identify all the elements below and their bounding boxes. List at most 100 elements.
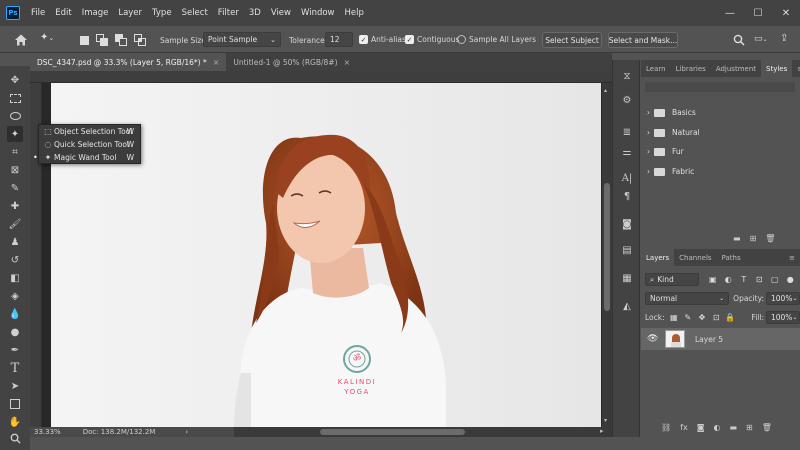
- close-icon[interactable]: ×: [344, 58, 351, 67]
- scroll-down-icon[interactable]: ▾: [604, 417, 610, 424]
- tab-styles[interactable]: Styles: [761, 60, 793, 77]
- character-icon[interactable]: A|: [619, 170, 635, 186]
- new-style-icon[interactable]: ⊞: [750, 234, 757, 243]
- frame-tool-icon[interactable]: ⊠: [7, 162, 23, 178]
- lock-image-icon[interactable]: ✎: [683, 312, 693, 324]
- trash-icon[interactable]: 🗑: [762, 423, 772, 432]
- style-group-fur[interactable]: › Fur: [647, 143, 793, 160]
- menu-edit[interactable]: Edit: [50, 0, 76, 26]
- panel-menu-icon[interactable]: ≡: [784, 249, 800, 266]
- eyedropper-tool-icon[interactable]: ✎: [7, 180, 23, 196]
- sample-all-layers-checkbox[interactable]: Sample All Layers: [457, 35, 536, 44]
- horizontal-scroll-thumb[interactable]: [320, 429, 465, 435]
- filter-adjustment-icon[interactable]: ◐: [723, 274, 734, 286]
- layer-filter-kind-dropdown[interactable]: ⌕ Kind: [645, 273, 700, 286]
- link-layers-icon[interactable]: ⛓: [661, 423, 671, 432]
- clone-stamp-tool-icon[interactable]: ♟: [7, 234, 23, 250]
- scroll-up-icon[interactable]: ▴: [604, 87, 610, 94]
- menu-file[interactable]: File: [26, 0, 50, 26]
- marquee-tool-icon[interactable]: [7, 90, 23, 106]
- layer-name[interactable]: Layer 5: [695, 335, 723, 344]
- new-layer-icon[interactable]: ⊞: [746, 423, 753, 432]
- menu-3d[interactable]: 3D: [244, 0, 266, 26]
- rectangle-tool-icon[interactable]: [7, 396, 23, 412]
- blend-mode-dropdown[interactable]: Normal ⌄: [645, 292, 730, 305]
- magic-wand-tool-icon[interactable]: ✦: [7, 126, 23, 142]
- vertical-scrollbar[interactable]: ▴ ▾: [602, 83, 612, 427]
- history-brush-tool-icon[interactable]: ↺: [7, 252, 23, 268]
- hand-tool-icon[interactable]: ✋: [7, 414, 23, 430]
- menu-window[interactable]: Window: [296, 0, 340, 26]
- add-mask-icon[interactable]: ◙: [697, 423, 705, 432]
- brush-tool-icon[interactable]: 🖌: [7, 216, 23, 232]
- filter-type-icon[interactable]: T: [738, 274, 749, 286]
- navigator-icon[interactable]: ◭: [619, 298, 635, 314]
- close-button[interactable]: ✕: [772, 0, 800, 26]
- adjustments-icon[interactable]: ⚌: [619, 144, 635, 160]
- layer-row-layer-5[interactable]: 👁 Layer 5: [641, 328, 800, 350]
- style-group-basics[interactable]: › Basics: [647, 104, 793, 121]
- eye-icon[interactable]: 👁: [647, 334, 659, 344]
- crop-tool-icon[interactable]: ⌗: [7, 144, 23, 160]
- filter-toggle-icon[interactable]: ●: [784, 274, 795, 286]
- tab-libraries[interactable]: Libraries: [671, 60, 711, 77]
- menu-view[interactable]: View: [266, 0, 296, 26]
- home-icon[interactable]: [14, 33, 28, 47]
- dodge-tool-icon[interactable]: ●: [7, 324, 23, 340]
- add-to-selection-icon[interactable]: [96, 34, 108, 46]
- tolerance-input[interactable]: 12: [325, 32, 353, 47]
- magic-wand-tool-item[interactable]: • ✦ Magic Wand Tool W: [33, 151, 140, 164]
- camera-icon[interactable]: ◙: [619, 216, 635, 232]
- lock-position-icon[interactable]: ✥: [697, 312, 707, 324]
- pen-tool-icon[interactable]: ✒: [7, 342, 23, 358]
- minimize-button[interactable]: —: [716, 0, 744, 26]
- lock-all-icon[interactable]: 🔒: [725, 312, 735, 324]
- status-menu-icon[interactable]: ›: [185, 428, 188, 436]
- tab-untitled-1[interactable]: Untitled-1 @ 50% (RGB/8#) ×: [226, 53, 357, 71]
- type-tool-icon[interactable]: T: [7, 360, 23, 376]
- paragraph-icon[interactable]: ¶: [619, 188, 635, 204]
- fx-icon[interactable]: fx: [680, 423, 688, 432]
- menu-image[interactable]: Image: [77, 0, 114, 26]
- close-icon[interactable]: ×: [213, 58, 220, 67]
- healing-brush-tool-icon[interactable]: ✚: [7, 198, 23, 214]
- path-selection-tool-icon[interactable]: ➤: [7, 378, 23, 394]
- workspace-icon[interactable]: ▭⌄: [754, 34, 770, 46]
- object-selection-tool-item[interactable]: ⬚ Object Selection Tool W: [39, 125, 140, 138]
- zoom-level[interactable]: 33.33%: [34, 428, 61, 436]
- actions-icon[interactable]: ⚙: [619, 92, 635, 108]
- menu-type[interactable]: Type: [147, 0, 177, 26]
- new-selection-icon[interactable]: [80, 36, 89, 45]
- magic-wand-preset-icon[interactable]: ✦⌄: [40, 32, 64, 48]
- panel-menu-icon[interactable]: ≡: [792, 60, 800, 77]
- subtract-from-selection-icon[interactable]: [115, 34, 127, 46]
- horizontal-scrollbar[interactable]: ▸: [234, 427, 612, 437]
- menu-filter[interactable]: Filter: [213, 0, 244, 26]
- style-group-natural[interactable]: › Natural: [647, 124, 793, 141]
- filter-shape-icon[interactable]: ⊡: [754, 274, 765, 286]
- history-icon[interactable]: ⧖: [619, 68, 635, 84]
- fill-input[interactable]: 100% ⌄: [765, 311, 800, 324]
- eraser-tool-icon[interactable]: ◧: [7, 270, 23, 286]
- menu-layer[interactable]: Layer: [113, 0, 147, 26]
- quick-selection-tool-item[interactable]: ◌ Quick Selection Tool W: [39, 138, 140, 151]
- tab-channels[interactable]: Channels: [674, 249, 716, 266]
- brush-settings-icon[interactable]: ≣: [619, 124, 635, 140]
- lasso-tool-icon[interactable]: [7, 108, 23, 124]
- share-icon[interactable]: ⇪: [780, 33, 792, 46]
- select-subject-button[interactable]: Select Subject: [542, 32, 602, 48]
- lock-artboard-icon[interactable]: ⊡: [711, 312, 721, 324]
- tab-learn[interactable]: Learn: [641, 60, 671, 77]
- menu-select[interactable]: Select: [177, 0, 213, 26]
- blur-tool-icon[interactable]: 💧: [7, 306, 23, 322]
- filter-smart-object-icon[interactable]: ▢: [769, 274, 780, 286]
- new-group-icon[interactable]: ▬: [733, 234, 741, 243]
- intersect-selection-icon[interactable]: [134, 34, 146, 46]
- lock-transparent-icon[interactable]: ▦: [669, 312, 679, 324]
- move-tool-icon[interactable]: ✥: [7, 72, 23, 88]
- tab-dsc-4347[interactable]: DSC_4347.psd @ 33.3% (Layer 5, RGB/16*) …: [30, 53, 227, 71]
- anti-alias-checkbox[interactable]: ✓ Anti-alias: [359, 35, 406, 44]
- tab-paths[interactable]: Paths: [717, 249, 746, 266]
- select-and-mask-button[interactable]: Select and Mask...: [608, 32, 678, 48]
- new-adjustment-layer-icon[interactable]: ◐: [713, 423, 720, 432]
